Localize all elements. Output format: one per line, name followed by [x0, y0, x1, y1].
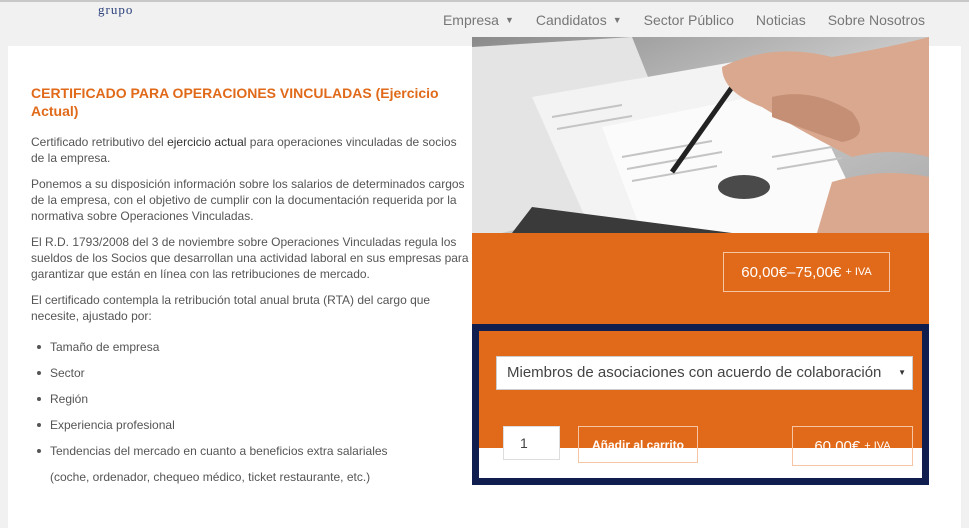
price-value: 60,00€ — [814, 437, 861, 455]
nav-label: Sector Público — [643, 12, 734, 28]
nav-item-sobre-nosotros[interactable]: Sobre Nosotros — [828, 12, 925, 28]
description-paragraph: Ponemos a su disposición información sob… — [31, 177, 465, 223]
logo[interactable]: grupo — [98, 2, 133, 18]
caret-down-icon: ▼ — [504, 15, 514, 25]
p1-pre: Certificado retributivo del — [31, 135, 168, 149]
description-paragraph: El R.D. 1793/2008 del 3 de noviembre sob… — [31, 235, 469, 281]
caret-down-icon: ▼ — [612, 15, 622, 25]
list-item: Región — [35, 386, 471, 412]
nav-item-candidatos[interactable]: Candidatos ▼ — [536, 12, 622, 28]
main-nav: Empresa ▼ Candidatos ▼ Sector Público No… — [443, 12, 925, 28]
variant-select[interactable]: Miembros de asociaciones con acuerdo de … — [496, 356, 913, 390]
product-title: CERTIFICADO PARA OPERACIONES VINCULADAS … — [31, 85, 439, 119]
description-paragraph: Certificado retributivo del ejercicio ac… — [31, 134, 471, 166]
list-item: Sector — [35, 360, 471, 386]
nav-label: Noticias — [755, 12, 806, 28]
nav-label: Candidatos — [535, 12, 607, 28]
select-value: Miembros de asociaciones con acuerdo de … — [507, 364, 882, 381]
price-badge: 60,00€ + IVA — [792, 426, 913, 466]
quantity-input[interactable]: 1 — [503, 426, 560, 460]
price-range-badge: 60,00€–75,00€ + IVA — [723, 252, 890, 292]
p1-bold: ejercicio actual — [167, 135, 247, 149]
list-item: Experiencia profesional — [35, 412, 471, 438]
dropdown-arrow-icon: ▼ — [898, 368, 906, 377]
product-description: CERTIFICADO PARA OPERACIONES VINCULADAS … — [31, 84, 471, 490]
price-range-value: 60,00€–75,00€ — [741, 263, 842, 281]
nav-item-noticias[interactable]: Noticias — [756, 12, 806, 28]
tax-suffix: + IVA — [864, 440, 891, 452]
nav-item-sector-publico[interactable]: Sector Público — [644, 12, 734, 28]
description-paragraph: El certificado contempla la retribución … — [31, 293, 431, 323]
list-item: Tamaño de empresa — [35, 334, 471, 360]
add-to-cart-button[interactable]: Añadir al carrito — [578, 426, 698, 463]
list-item: Tendencias del mercado en cuanto a benef… — [35, 438, 471, 464]
nav-item-empresa[interactable]: Empresa ▼ — [443, 12, 514, 28]
nav-label: Sobre Nosotros — [827, 12, 925, 28]
product-image — [472, 37, 929, 233]
adjustment-list: Tamaño de empresa Sector Región Experien… — [31, 334, 471, 490]
nav-label: Empresa — [442, 12, 499, 28]
list-item-continuation: (coche, ordenador, chequeo médico, ticke… — [50, 470, 371, 484]
tax-suffix: + IVA — [845, 266, 872, 278]
